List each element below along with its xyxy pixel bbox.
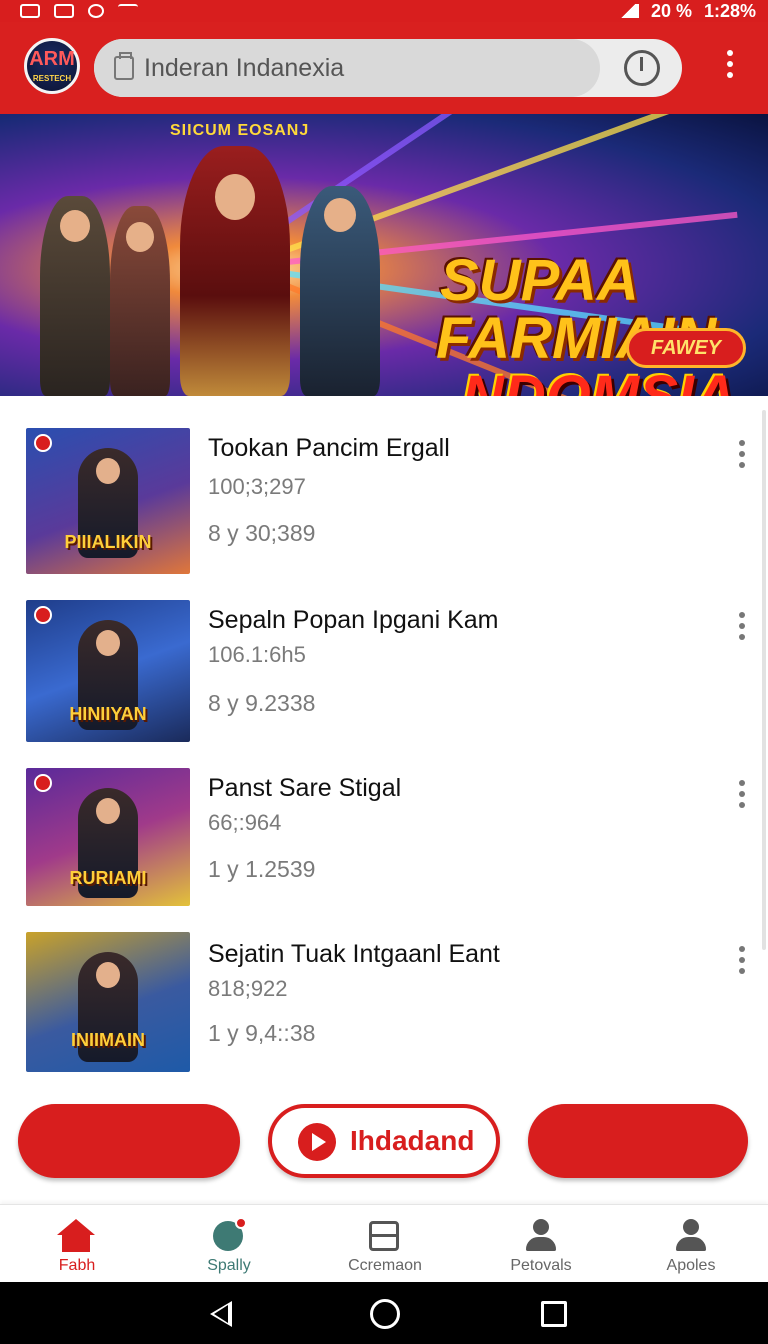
nav-item-spally[interactable]: Spally (152, 1205, 306, 1283)
character-figure (180, 146, 290, 396)
item-meta: 106.1:6h5 (208, 642, 306, 667)
banner-subtitle: SIICUM EOSANJ (170, 122, 310, 139)
item-meta: 66;:964 (208, 810, 282, 835)
badge-icon (34, 434, 52, 452)
play-button-label: Ihdadand (350, 1125, 475, 1156)
logo-text: ARM (29, 48, 75, 70)
item-title: Panst Sare Stigal (208, 774, 402, 802)
item-stats: 1 y 1.2539 (208, 856, 316, 882)
item-more-icon[interactable] (734, 780, 750, 814)
item-stats: 8 y 9.2338 (208, 690, 316, 716)
item-stats: 1 y 9,4::38 (208, 1020, 316, 1046)
character-figure (300, 186, 380, 396)
banner-title-line-3: NDOMSIA (462, 368, 736, 397)
notification-icons (20, 0, 138, 22)
battery-percent: 20 % (650, 0, 692, 21)
item-meta: 818;922 (208, 976, 288, 1001)
app-logo[interactable]: ARM RESTECH (24, 38, 80, 94)
nav-item-home[interactable]: Fabh (0, 1205, 154, 1283)
thumbnail-caption: INIIMAIN (71, 1030, 145, 1050)
item-more-icon[interactable] (734, 946, 750, 980)
hero-banner[interactable]: SIICUM EOSANJ SUPAA FARMIAIN NDOMSIA FAW… (0, 114, 768, 396)
game-thumbnail[interactable]: RURIAMI (26, 768, 190, 906)
left-action-button[interactable] (18, 1104, 240, 1178)
item-more-icon[interactable] (734, 612, 750, 646)
nav-label: Ccremaon (348, 1257, 422, 1274)
signal-icon (616, 4, 639, 18)
home-icon (57, 1219, 95, 1253)
thumbnail-caption: RURIAMI (69, 868, 147, 888)
power-icon[interactable] (624, 50, 660, 86)
play-icon (298, 1123, 336, 1161)
notification-icon (118, 4, 138, 18)
clock: 1:28% (703, 0, 756, 21)
home-circle-icon[interactable] (370, 1299, 400, 1329)
banner-title-line-1: SUPAA (440, 248, 639, 313)
scrollbar[interactable] (762, 410, 766, 950)
search-input[interactable]: Inderan Indanexia (144, 39, 344, 97)
nav-item-apoles[interactable]: Apoles (614, 1205, 768, 1283)
app-bar: ARM RESTECH Inderan Indanexia (0, 22, 768, 114)
character-figure (40, 196, 110, 396)
item-title: Tookan Pancim Ergall (208, 434, 450, 462)
notification-icon (54, 4, 74, 18)
nav-label: Petovals (510, 1257, 572, 1274)
item-title: Sepaln Popan Ipgani Kam (208, 606, 499, 634)
character-figure (110, 206, 170, 396)
system-navigation-bar (0, 1282, 768, 1344)
item-meta: 100;3;297 (208, 474, 306, 499)
logo-subtext: RESTECH (32, 74, 72, 83)
thumbnail-caption: PIIIALIKIN (64, 532, 152, 552)
right-action-button[interactable] (528, 1104, 748, 1178)
item-more-icon[interactable] (734, 440, 750, 474)
clipboard-icon (114, 52, 134, 80)
nav-label: Spally (207, 1257, 251, 1274)
search-field[interactable]: Inderan Indanexia (94, 39, 600, 97)
item-stats: 8 y 30;389 (208, 520, 316, 546)
notification-icon (20, 4, 40, 18)
more-options-icon[interactable] (722, 50, 738, 86)
thumbnail-caption: HINIIYAN (69, 704, 147, 724)
banner-button[interactable]: FAWEY (626, 328, 746, 368)
game-thumbnail[interactable]: INIIMAIN (26, 932, 190, 1072)
badge-icon (34, 774, 52, 792)
person-icon (526, 1219, 556, 1251)
nav-label: Apoles (666, 1257, 716, 1274)
notification-icon (88, 4, 104, 18)
item-title: Sejatin Tuak Intgaanl Eant (208, 940, 500, 968)
status-bar: 20 % 1:28% (0, 0, 768, 22)
badge-icon (34, 606, 52, 624)
recents-icon[interactable] (541, 1301, 567, 1327)
nav-label: Fabh (58, 1257, 96, 1274)
profile-icon (676, 1219, 706, 1251)
game-thumbnail[interactable]: HINIIYAN (26, 600, 190, 742)
search-bar[interactable]: Inderan Indanexia (94, 39, 682, 97)
bottom-navigation: Fabh Spally Ccremaon Petovals Apoles (0, 1204, 768, 1282)
nav-item-ccremaon[interactable]: Ccremaon (308, 1205, 462, 1283)
game-thumbnail[interactable]: PIIIALIKIN (26, 428, 190, 574)
box-icon (369, 1221, 399, 1251)
system-indicators: 20 % 1:28% (616, 0, 756, 22)
spally-icon (213, 1217, 247, 1251)
play-button[interactable]: Ihdadand (268, 1104, 500, 1178)
nav-item-petovals[interactable]: Petovals (464, 1205, 618, 1283)
back-icon[interactable] (210, 1301, 232, 1327)
